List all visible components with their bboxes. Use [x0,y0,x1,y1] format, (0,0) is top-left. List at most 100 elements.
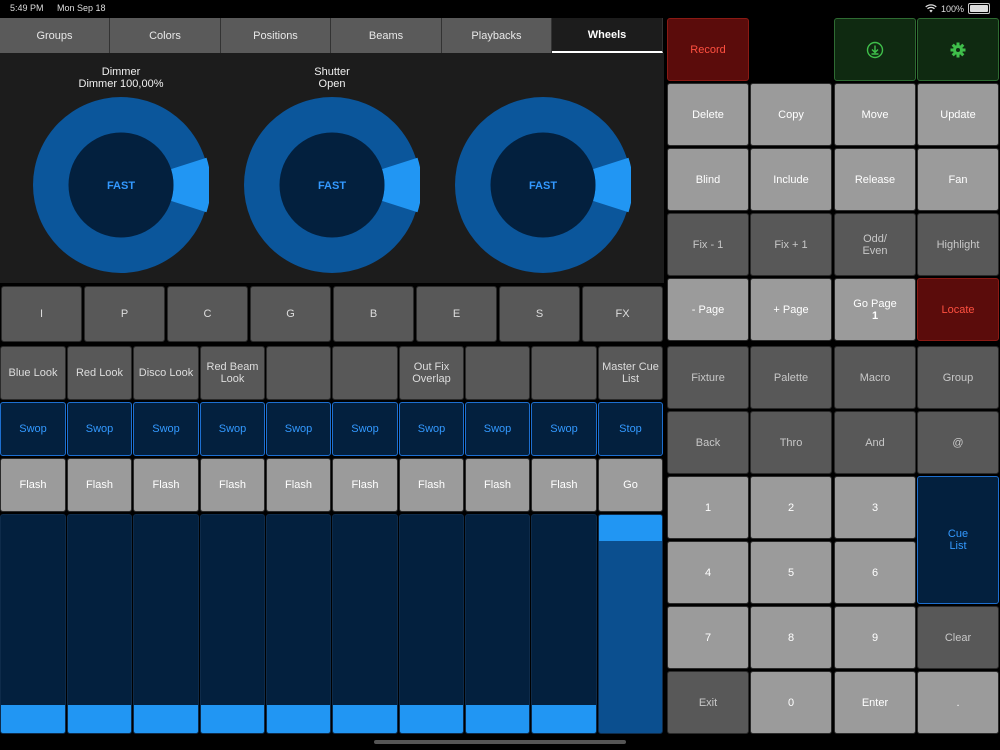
swop-button-8[interactable]: Swop [465,402,530,456]
key-8[interactable]: 8 [750,606,832,669]
key-4[interactable]: 4 [667,541,749,604]
key-5[interactable]: 5 [750,541,832,604]
fader-5[interactable] [266,514,331,734]
swop-button-5[interactable]: Swop [266,402,331,456]
fader-4[interactable] [200,514,265,734]
swop-button-9[interactable]: Swop [531,402,597,456]
attr-button-intensity[interactable]: I [1,286,82,342]
fader-8[interactable] [465,514,530,734]
flash-button-4[interactable]: Flash [200,458,265,512]
page-plus-button[interactable]: + Page [750,278,832,341]
tab-colors[interactable]: Colors [110,18,221,53]
tab-positions[interactable]: Positions [221,18,331,53]
key-2[interactable]: 2 [750,476,832,539]
fader-2[interactable] [67,514,132,734]
clear-button[interactable]: Clear [917,606,999,669]
settings-button[interactable] [917,18,999,81]
download-button[interactable] [834,18,916,81]
flash-button-7[interactable]: Flash [399,458,464,512]
go-button[interactable]: Go [598,458,663,512]
update-button[interactable]: Update [917,83,999,146]
wheel-2-param: Shutter [314,66,350,78]
flash-button-5[interactable]: Flash [266,458,331,512]
delete-button[interactable]: Delete [667,83,749,146]
wheel-1-encoder[interactable]: FAST [33,97,209,273]
go-page-label: Go Page [853,297,897,310]
odd-even-button[interactable]: Odd/ Even [834,213,916,276]
fader-3[interactable] [133,514,199,734]
record-button[interactable]: Record [667,18,749,81]
key-6[interactable]: 6 [834,541,916,604]
key-9[interactable]: 9 [834,606,916,669]
wheel-3-encoder[interactable]: FAST [455,97,631,273]
flash-button-3[interactable]: Flash [133,458,199,512]
fix-minus-button[interactable]: Fix - 1 [667,213,749,276]
group-button[interactable]: Group [917,346,999,409]
back-button[interactable]: Back [667,411,749,474]
fix-plus-button[interactable]: Fix + 1 [750,213,832,276]
gear-icon [950,42,966,57]
flash-button-9[interactable]: Flash [531,458,597,512]
enter-button[interactable]: Enter [834,671,916,734]
macro-button[interactable]: Macro [834,346,916,409]
tab-playbacks[interactable]: Playbacks [442,18,552,53]
home-indicator[interactable] [374,740,626,744]
attr-button-special[interactable]: S [499,286,580,342]
fixture-button[interactable]: Fixture [667,346,749,409]
move-button[interactable]: Move [834,83,916,146]
key-7[interactable]: 7 [667,606,749,669]
playback-name-2: Red Look [67,346,132,400]
flash-button-6[interactable]: Flash [332,458,398,512]
fader-7[interactable] [399,514,464,734]
include-button[interactable]: Include [750,148,832,211]
playback-name-6 [332,346,398,400]
master-fader-handle[interactable] [599,515,662,541]
swop-button-7[interactable]: Swop [399,402,464,456]
master-fader[interactable] [598,514,663,734]
key-0[interactable]: 0 [750,671,832,734]
swop-button-4[interactable]: Swop [200,402,265,456]
fader-6[interactable] [332,514,398,734]
and-button[interactable]: And [834,411,916,474]
key-1[interactable]: 1 [667,476,749,539]
palette-button[interactable]: Palette [750,346,832,409]
fader-9[interactable] [531,514,597,734]
tab-beams[interactable]: Beams [331,18,442,53]
page-minus-button[interactable]: - Page [667,278,749,341]
fan-button[interactable]: Fan [917,148,999,211]
go-page-button[interactable]: Go Page 1 [834,278,916,341]
attr-button-position[interactable]: P [84,286,165,342]
flash-button-8[interactable]: Flash [465,458,530,512]
fader-4-level [201,705,264,733]
wheel-1-value: Dimmer 100,00% [78,78,164,90]
attr-button-fx[interactable]: FX [582,286,663,342]
key-3[interactable]: 3 [834,476,916,539]
exit-button[interactable]: Exit [667,671,749,734]
swop-button-2[interactable]: Swop [67,402,132,456]
release-button[interactable]: Release [834,148,916,211]
attr-button-gobo[interactable]: G [250,286,331,342]
stop-button[interactable]: Stop [598,402,663,456]
dot-button[interactable]: . [917,671,999,734]
attr-button-effect[interactable]: E [416,286,497,342]
tab-groups[interactable]: Groups [0,18,110,53]
swop-button-6[interactable]: Swop [332,402,398,456]
swop-button-1[interactable]: Swop [0,402,66,456]
fader-1[interactable] [0,514,66,734]
at-button[interactable]: @ [917,411,999,474]
flash-button-1[interactable]: Flash [0,458,66,512]
fader-7-level [400,705,463,733]
cue-list-button[interactable]: Cue List [917,476,999,604]
blind-button[interactable]: Blind [667,148,749,211]
flash-button-2[interactable]: Flash [67,458,132,512]
locate-button[interactable]: Locate [917,278,999,341]
swop-button-3[interactable]: Swop [133,402,199,456]
thro-button[interactable]: Thro [750,411,832,474]
fader-3-level [134,705,198,733]
attr-button-beam[interactable]: B [333,286,414,342]
attr-button-color[interactable]: C [167,286,248,342]
tab-wheels[interactable]: Wheels [552,18,663,53]
highlight-button[interactable]: Highlight [917,213,999,276]
copy-button[interactable]: Copy [750,83,832,146]
wheel-2-encoder[interactable]: FAST [244,97,420,273]
